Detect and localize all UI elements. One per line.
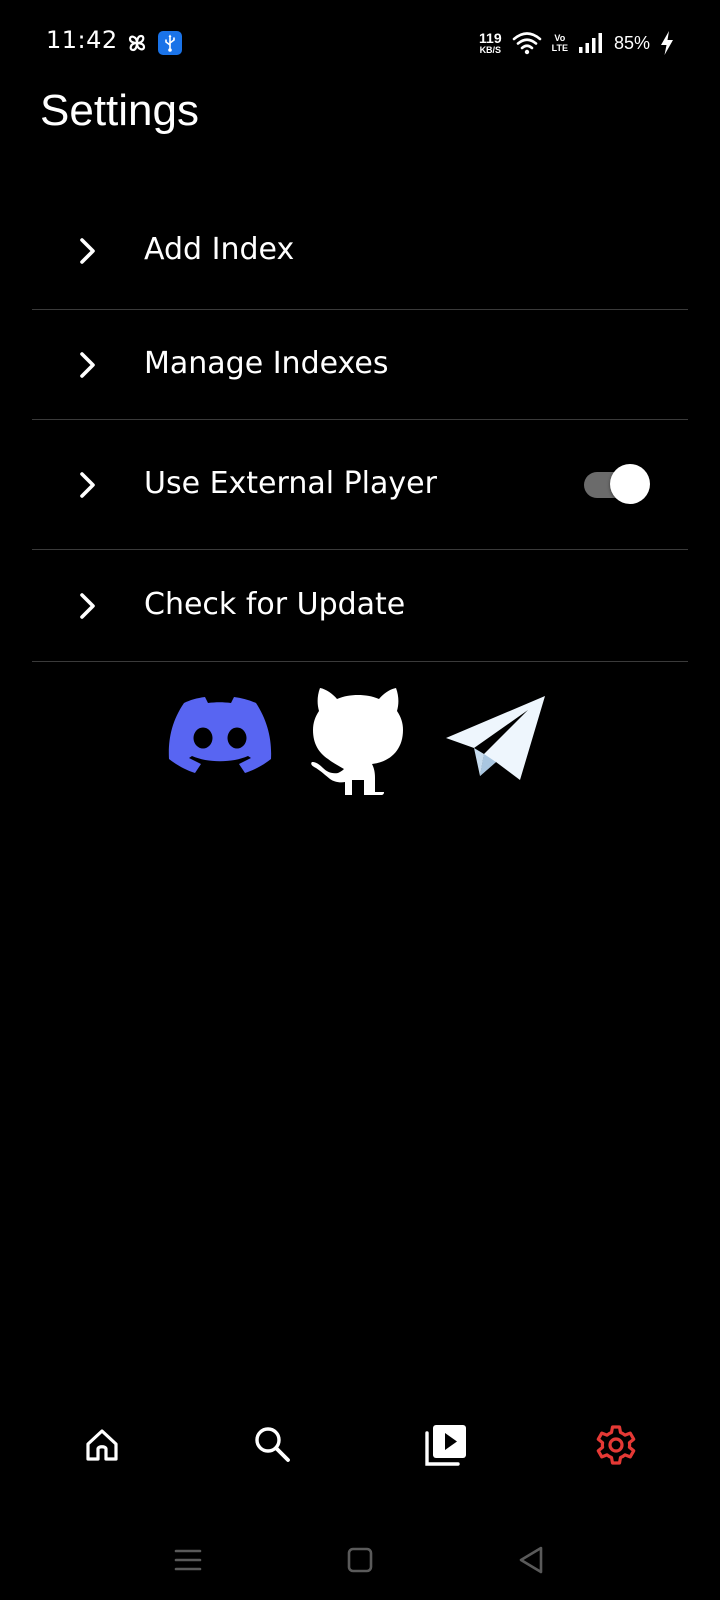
- settings-item-check-for-update[interactable]: Check for Update: [32, 550, 688, 662]
- nav-settings[interactable]: [591, 1420, 641, 1470]
- usb-icon: [158, 31, 182, 55]
- settings-item-label: Use External Player: [144, 466, 437, 501]
- square-icon: [347, 1547, 373, 1573]
- bottom-nav: [0, 1420, 720, 1510]
- status-time: 11:42: [46, 26, 118, 54]
- social-links: [0, 688, 720, 810]
- volte-indicator: Vo LTE: [552, 33, 568, 53]
- external-player-toggle[interactable]: [584, 464, 650, 504]
- toggle-thumb: [610, 464, 650, 504]
- back-triangle-icon: [519, 1546, 543, 1574]
- home-icon: [86, 1429, 118, 1461]
- recent-apps-button[interactable]: [168, 1540, 208, 1580]
- menu-icon: [174, 1549, 202, 1571]
- settings-item-use-external-player[interactable]: Use External Player: [32, 420, 688, 550]
- signal-icon: [578, 33, 602, 53]
- telegram-icon[interactable]: [444, 694, 548, 782]
- discord-icon[interactable]: [168, 696, 272, 776]
- wifi-icon: [512, 32, 541, 55]
- status-left-icons: [124, 30, 182, 56]
- charging-icon: [661, 31, 673, 55]
- network-speed-unit: KB/S: [479, 45, 502, 55]
- battery-percent: 85%: [613, 32, 650, 53]
- chevron-right-icon: [80, 593, 95, 619]
- github-icon[interactable]: [306, 684, 410, 796]
- page-title: Settings: [40, 86, 199, 135]
- back-button[interactable]: [511, 1540, 551, 1580]
- playlist-icon: [425, 1425, 466, 1466]
- volte-bottom: LTE: [551, 43, 568, 53]
- status-right-icons: 119 KB/S Vo LTE 85%: [479, 28, 674, 58]
- chevron-right-icon: [80, 352, 95, 378]
- nav-playlist[interactable]: [421, 1420, 471, 1470]
- search-icon: [255, 1427, 290, 1462]
- settings-icon: [596, 1425, 636, 1465]
- nav-home[interactable]: [77, 1420, 127, 1470]
- nav-search[interactable]: [248, 1420, 298, 1470]
- status-bar: 11:42 119 KB/S Vo LTE 85%: [0, 0, 720, 88]
- settings-item-manage-indexes[interactable]: Manage Indexes: [32, 310, 688, 420]
- volte-top: Vo: [554, 33, 566, 43]
- settings-item-label: Add Index: [144, 232, 295, 267]
- chevron-right-icon: [80, 472, 95, 498]
- settings-item-label: Check for Update: [144, 587, 406, 622]
- network-speed-value: 119: [479, 30, 502, 46]
- network-speed: 119 KB/S: [479, 31, 502, 55]
- settings-list: Add Index Manage Indexes Use External Pl…: [32, 196, 688, 662]
- pinwheel-icon: [128, 34, 146, 52]
- chevron-right-icon: [80, 238, 95, 264]
- home-button[interactable]: [340, 1540, 380, 1580]
- system-nav: [0, 1520, 720, 1600]
- settings-item-label: Manage Indexes: [144, 346, 389, 381]
- settings-item-add-index[interactable]: Add Index: [32, 196, 688, 310]
